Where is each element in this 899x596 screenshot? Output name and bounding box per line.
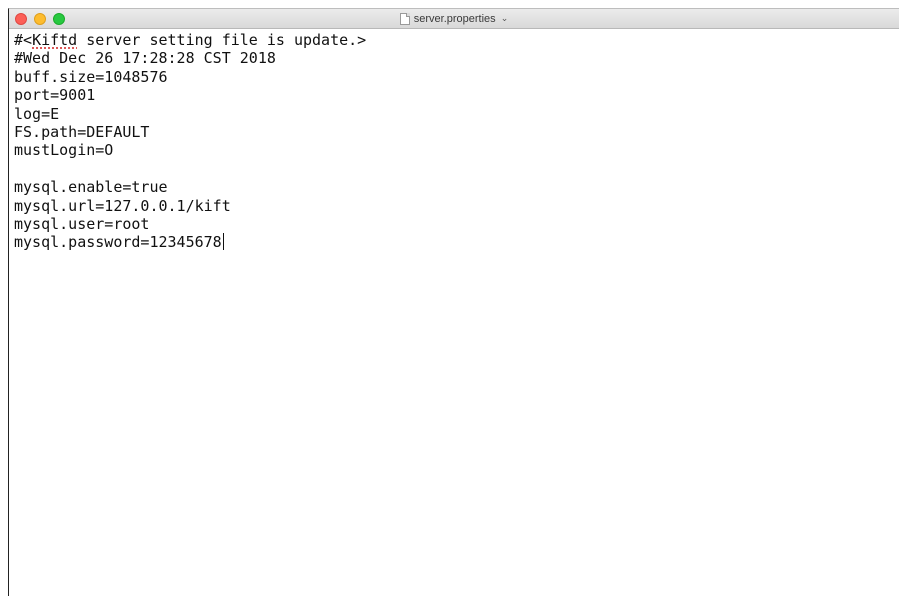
editor-line-text: mysql.password=12345678 xyxy=(14,233,222,252)
editor-line: #Wed Dec 26 17:28:28 CST 2018 xyxy=(14,49,276,68)
editor-line-last: mysql.password=12345678 xyxy=(14,233,899,251)
line-prefix: #< xyxy=(14,31,33,49)
editor-line: port=9001 xyxy=(14,86,96,105)
misspelled-word: Kiftd xyxy=(32,31,78,49)
editor-line: mysql.url=127.0.0.1/kift xyxy=(14,196,231,215)
editor-line: mysql.enable=true xyxy=(14,178,168,197)
text-editor-window: server.properties ⌄ #<Kiftd server setti… xyxy=(8,8,899,596)
editor-line: mustLogin=O xyxy=(14,141,114,160)
document-icon xyxy=(399,13,410,25)
title-bar[interactable]: server.properties ⌄ xyxy=(9,9,899,29)
chevron-down-icon[interactable]: ⌄ xyxy=(501,14,509,24)
editor-line: log=E xyxy=(14,104,60,123)
text-editor-area[interactable]: #<Kiftd server setting file is update.> … xyxy=(14,31,899,596)
document-title[interactable]: server.properties ⌄ xyxy=(9,9,899,29)
line-rest: server setting file is update.> xyxy=(77,31,367,49)
editor-line-1: #<Kiftd server setting file is update.> xyxy=(14,31,899,49)
text-cursor xyxy=(222,233,224,251)
editor-line: buff.size=1048576 xyxy=(14,67,168,86)
editor-line: mysql.user=root xyxy=(14,214,150,233)
document-filename: server.properties xyxy=(413,13,496,25)
editor-line: FS.path=DEFAULT xyxy=(14,122,150,141)
